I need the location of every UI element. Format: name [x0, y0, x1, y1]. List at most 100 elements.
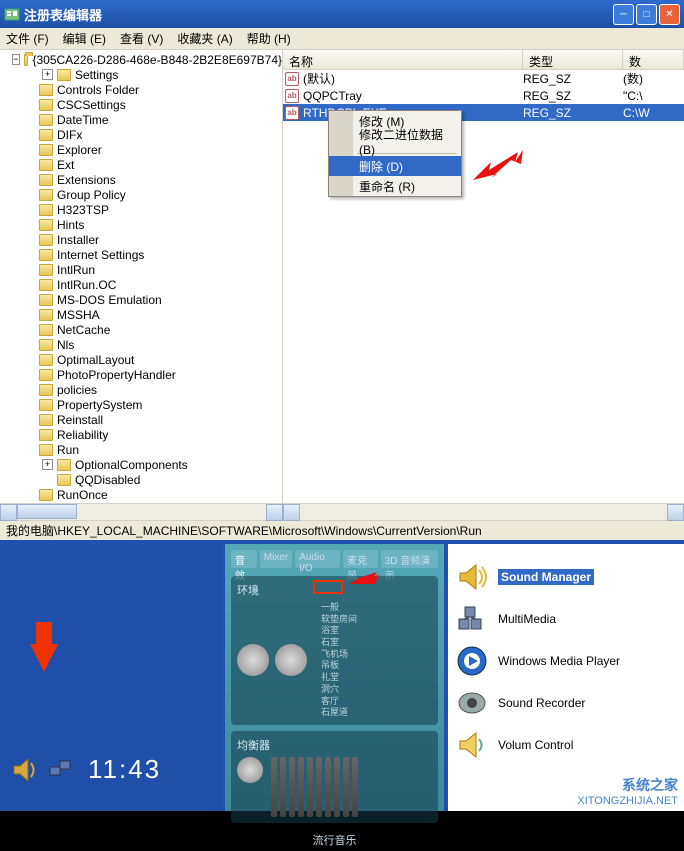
tree-node[interactable]: MSSHA — [0, 307, 282, 322]
control-panel-item[interactable]: Windows Media Player — [456, 640, 676, 682]
eq-slider[interactable] — [271, 757, 277, 817]
sm-dial-knob[interactable] — [237, 644, 269, 676]
tree-node[interactable]: Explorer — [0, 142, 282, 157]
sm-tab[interactable]: Audio I/O — [295, 550, 340, 568]
tree-node[interactable]: IntlRun — [0, 262, 282, 277]
registry-value-row[interactable]: abQQPCTray REG_SZ "C:\ — [283, 87, 684, 104]
eq-slider[interactable] — [334, 757, 340, 817]
tree-node[interactable]: Run — [0, 442, 282, 457]
sm-preset-list[interactable]: 一般软垫房间浴室石室飞机场吊板礼堂洞穴客厅石屋道 — [321, 602, 357, 719]
tree-label[interactable]: Group Policy — [57, 188, 126, 202]
tree-node[interactable]: IntlRun.OC — [0, 277, 282, 292]
scroll-left-button[interactable] — [0, 504, 17, 521]
sm-dial-knob[interactable] — [237, 757, 263, 783]
tree-label[interactable]: Extensions — [57, 173, 116, 187]
sm-dial-knob[interactable] — [275, 644, 307, 676]
tree-node[interactable]: Extensions — [0, 172, 282, 187]
list-body[interactable]: ab(默认) REG_SZ (数) abQQPCTray REG_SZ "C:\… — [283, 70, 684, 503]
sm-tab[interactable]: 3D 音频演示 — [381, 550, 438, 568]
tree-node[interactable]: + OptionalComponents — [0, 457, 282, 472]
tree-node[interactable]: NetCache — [0, 322, 282, 337]
tree-label[interactable]: RunOnce — [57, 488, 108, 502]
col-data[interactable]: 数 — [623, 50, 684, 69]
scroll-right-button[interactable] — [667, 504, 684, 521]
tree-label[interactable]: Nls — [57, 338, 74, 352]
menu-favorites[interactable]: 收藏夹 (A) — [177, 30, 232, 47]
tree-node[interactable]: PropertySystem — [0, 397, 282, 412]
registry-tree[interactable]: − {305CA226-D286-468e-B848-2B2E8E697B74}… — [0, 50, 283, 520]
tree-node[interactable]: policies — [0, 382, 282, 397]
ctx-rename[interactable]: 重命名 (R) — [329, 176, 461, 196]
col-type[interactable]: 类型 — [523, 50, 623, 69]
tree-node[interactable]: Reliability — [0, 427, 282, 442]
tree-label[interactable]: QQDisabled — [75, 473, 140, 487]
tree-label[interactable]: PhotoPropertyHandler — [57, 368, 176, 382]
eq-slider[interactable] — [316, 757, 322, 817]
tree-label[interactable]: NetCache — [57, 323, 110, 337]
tree-node[interactable]: Ext — [0, 157, 282, 172]
tree-label[interactable]: IntlRun — [57, 263, 95, 277]
tray-network-icon[interactable] — [48, 757, 76, 783]
tree-label[interactable]: Hints — [57, 218, 84, 232]
minimize-button[interactable]: ─ — [613, 4, 634, 25]
tree-node[interactable]: OptimalLayout — [0, 352, 282, 367]
tree-node[interactable]: Reinstall — [0, 412, 282, 427]
tree-label[interactable]: Run — [57, 443, 79, 457]
tree-node[interactable]: RunOnce — [0, 487, 282, 502]
control-panel-item[interactable]: MultiMedia — [456, 598, 676, 640]
horizontal-scrollbar[interactable] — [283, 503, 684, 520]
tree-node[interactable]: H323TSP — [0, 202, 282, 217]
tree-label[interactable]: IntlRun.OC — [57, 278, 116, 292]
tray-speaker-icon[interactable] — [12, 755, 42, 785]
expand-toggle[interactable]: + — [42, 459, 53, 470]
tree-node[interactable]: PhotoPropertyHandler — [0, 367, 282, 382]
tree-label[interactable]: Ext — [57, 158, 74, 172]
eq-slider[interactable] — [307, 757, 313, 817]
tree-label[interactable]: Reliability — [57, 428, 108, 442]
eq-slider[interactable] — [352, 757, 358, 817]
control-panel-item[interactable]: Sound Recorder — [456, 682, 676, 724]
tray-clock[interactable]: 11:43 — [88, 754, 161, 785]
tree-label[interactable]: DIFx — [57, 128, 82, 142]
tree-label[interactable]: Explorer — [57, 143, 102, 157]
menu-file[interactable]: 文件 (F) — [6, 30, 49, 47]
eq-slider[interactable] — [280, 757, 286, 817]
tree-node[interactable]: Installer — [0, 232, 282, 247]
tree-label[interactable]: Settings — [75, 68, 118, 82]
tree-label[interactable]: policies — [57, 383, 97, 397]
tree-horizontal-scrollbar[interactable] — [0, 503, 283, 520]
sm-tab[interactable]: Mixer — [260, 550, 292, 568]
scroll-left-button[interactable] — [283, 504, 300, 521]
expand-toggle[interactable]: + — [42, 69, 53, 80]
ctx-delete[interactable]: 删除 (D) — [329, 156, 461, 176]
tree-node[interactable]: Internet Settings — [0, 247, 282, 262]
tree-label[interactable]: OptionalComponents — [75, 458, 188, 472]
maximize-button[interactable]: □ — [636, 4, 657, 25]
sm-tab[interactable]: 麦克风 — [343, 550, 378, 568]
eq-slider[interactable] — [325, 757, 331, 817]
tree-node[interactable]: Hints — [0, 217, 282, 232]
menu-edit[interactable]: 编辑 (E) — [63, 30, 106, 47]
tree-node[interactable]: DIFx — [0, 127, 282, 142]
sm-preset-label[interactable]: 流行音乐 — [231, 829, 438, 851]
eq-slider[interactable] — [289, 757, 295, 817]
tree-label[interactable]: DateTime — [57, 113, 109, 127]
tree-node[interactable]: Nls — [0, 337, 282, 352]
tree-label[interactable]: MS-DOS Emulation — [57, 293, 162, 307]
eq-slider[interactable] — [343, 757, 349, 817]
tree-label[interactable]: CSCSettings — [57, 98, 126, 112]
tree-label[interactable]: Controls Folder — [57, 83, 139, 97]
tree-node[interactable]: QQDisabled — [0, 472, 282, 487]
control-panel-item[interactable]: Volum Control — [456, 724, 676, 766]
tree-node[interactable]: Group Policy — [0, 187, 282, 202]
sm-tab[interactable]: 音效 — [231, 550, 257, 568]
tree-label[interactable]: OptimalLayout — [57, 353, 134, 367]
tree-node[interactable]: + Settings — [0, 67, 282, 82]
tree-node[interactable]: MS-DOS Emulation — [0, 292, 282, 307]
tree-node[interactable]: Controls Folder — [0, 82, 282, 97]
tree-label[interactable]: Internet Settings — [57, 248, 144, 262]
tree-label[interactable]: H323TSP — [57, 203, 109, 217]
eq-slider[interactable] — [298, 757, 304, 817]
ctx-modify-binary[interactable]: 修改二进位数据 (B) — [329, 131, 461, 151]
col-name[interactable]: 名称 — [283, 50, 523, 69]
